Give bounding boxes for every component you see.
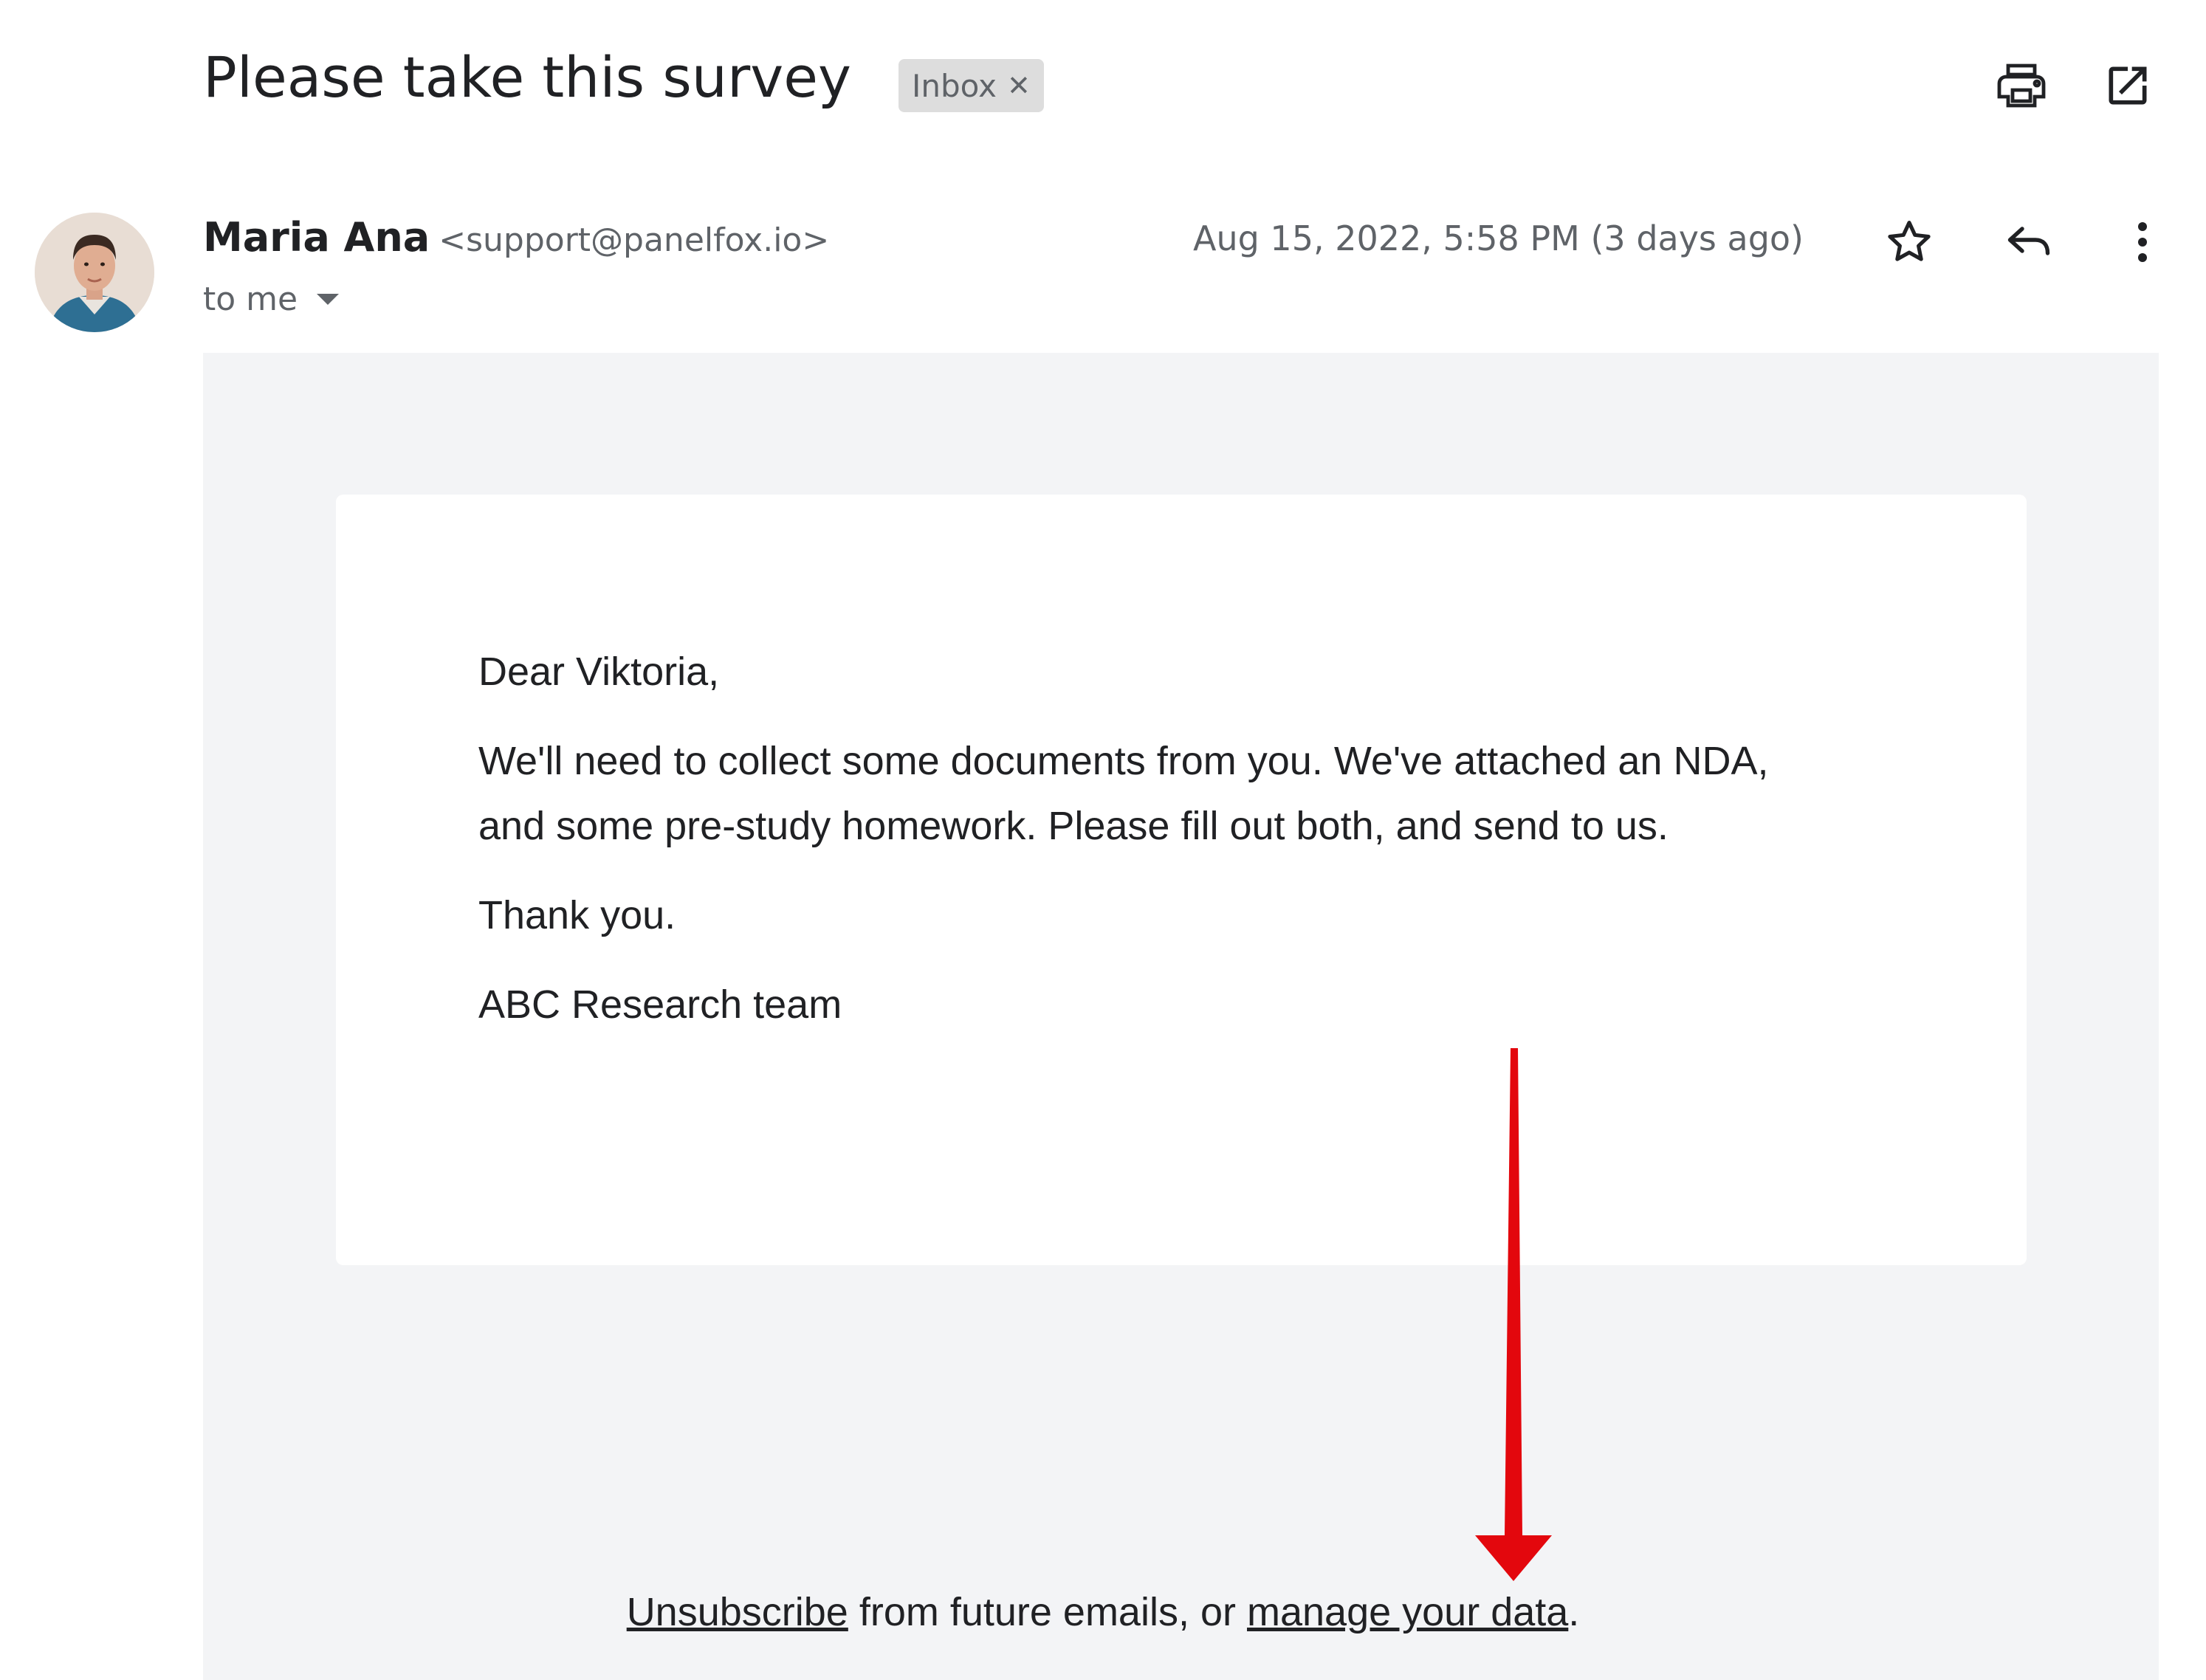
body-paragraph-line-1: We'll need to collect some documents fro… xyxy=(478,739,1769,783)
body-paragraph-line-2: and some pre-study homework. Please fill… xyxy=(478,804,1669,848)
email-subject: Please take this survey xyxy=(203,44,851,110)
star-icon[interactable] xyxy=(1878,211,1940,273)
print-icon[interactable] xyxy=(1992,56,2051,115)
chevron-down-icon[interactable] xyxy=(317,294,340,305)
email-date: Aug 15, 2022, 5:58 PM (3 days ago) xyxy=(1192,218,1804,258)
sender-email: <support@panelfox.io> xyxy=(439,221,830,259)
sender-line: Maria Ana <support@panelfox.io> xyxy=(203,214,829,261)
greeting: Dear Viktoria, xyxy=(478,650,720,694)
footer-text: from future emails, or xyxy=(848,1590,1247,1634)
sender-name[interactable]: Maria Ana xyxy=(203,214,430,261)
footer-period: . xyxy=(1568,1590,1580,1634)
closing: Thank you. xyxy=(478,893,676,937)
manage-data-link[interactable]: manage your data xyxy=(1247,1590,1568,1634)
more-vertical-icon[interactable] xyxy=(2111,211,2174,273)
close-icon[interactable]: ✕ xyxy=(1007,69,1031,102)
recipient-dropdown[interactable]: to me xyxy=(203,280,340,318)
signature: ABC Research team xyxy=(478,982,842,1027)
label-text: Inbox xyxy=(912,67,997,104)
open-in-new-window-icon[interactable] xyxy=(2098,56,2157,115)
message-card xyxy=(336,495,2027,1265)
avatar[interactable] xyxy=(35,213,154,332)
reply-icon[interactable] xyxy=(1998,211,2060,273)
inbox-label-chip[interactable]: Inbox ✕ xyxy=(898,59,1044,112)
recipient-label: to me xyxy=(203,280,298,318)
unsubscribe-footer: Unsubscribe from future emails, or manag… xyxy=(0,1589,2206,1635)
unsubscribe-link[interactable]: Unsubscribe xyxy=(627,1590,848,1634)
